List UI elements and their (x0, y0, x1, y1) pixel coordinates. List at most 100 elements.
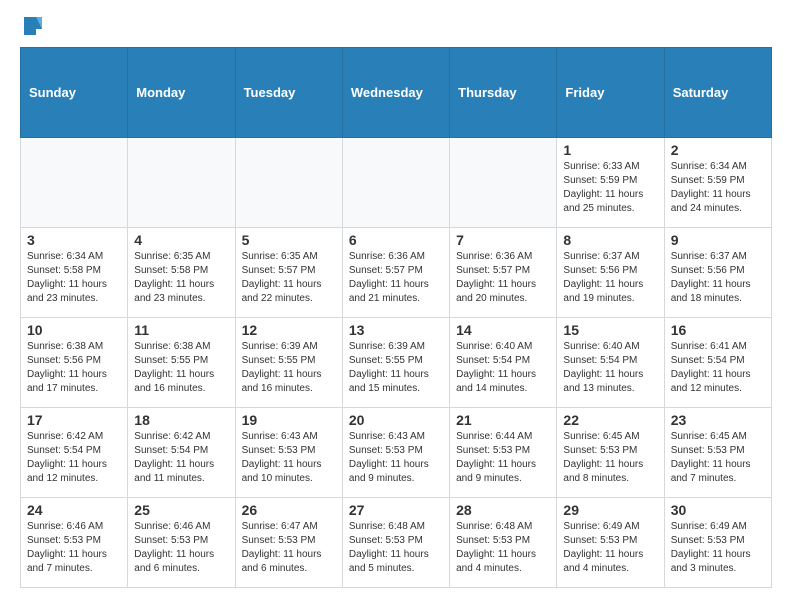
daylight-label: Daylight: 11 hours and 24 minutes. (671, 189, 751, 214)
daylight-label: Daylight: 11 hours and 8 minutes. (563, 459, 643, 484)
sunrise-label: Sunrise: 6:42 AM (27, 431, 103, 442)
day-info: Sunrise: 6:42 AM Sunset: 5:54 PM Dayligh… (27, 430, 121, 486)
day-number: 11 (134, 322, 228, 338)
sunset-label: Sunset: 5:53 PM (242, 445, 316, 456)
daylight-label: Daylight: 11 hours and 19 minutes. (563, 279, 643, 304)
sunset-label: Sunset: 5:55 PM (134, 355, 208, 366)
sunrise-label: Sunrise: 6:41 AM (671, 341, 747, 352)
day-number: 20 (349, 412, 443, 428)
calendar-cell: 4 Sunrise: 6:35 AM Sunset: 5:58 PM Dayli… (128, 228, 235, 318)
day-header: Tuesday (235, 48, 342, 138)
day-header: Saturday (664, 48, 771, 138)
calendar-cell (235, 138, 342, 228)
calendar-cell: 30 Sunrise: 6:49 AM Sunset: 5:53 PM Dayl… (664, 498, 771, 588)
calendar-cell: 23 Sunrise: 6:45 AM Sunset: 5:53 PM Dayl… (664, 408, 771, 498)
sunset-label: Sunset: 5:58 PM (134, 265, 208, 276)
calendar-cell: 11 Sunrise: 6:38 AM Sunset: 5:55 PM Dayl… (128, 318, 235, 408)
day-number: 2 (671, 142, 765, 158)
sunset-label: Sunset: 5:59 PM (563, 175, 637, 186)
sunrise-label: Sunrise: 6:39 AM (349, 341, 425, 352)
calendar-cell: 3 Sunrise: 6:34 AM Sunset: 5:58 PM Dayli… (21, 228, 128, 318)
day-info: Sunrise: 6:39 AM Sunset: 5:55 PM Dayligh… (349, 340, 443, 396)
sunset-label: Sunset: 5:53 PM (563, 445, 637, 456)
daylight-label: Daylight: 11 hours and 23 minutes. (134, 279, 214, 304)
header (20, 15, 772, 37)
day-number: 9 (671, 232, 765, 248)
day-number: 27 (349, 502, 443, 518)
calendar-cell: 2 Sunrise: 6:34 AM Sunset: 5:59 PM Dayli… (664, 138, 771, 228)
sunrise-label: Sunrise: 6:48 AM (349, 521, 425, 532)
sunset-label: Sunset: 5:55 PM (349, 355, 423, 366)
sunrise-label: Sunrise: 6:48 AM (456, 521, 532, 532)
daylight-label: Daylight: 11 hours and 12 minutes. (27, 459, 107, 484)
sunset-label: Sunset: 5:59 PM (671, 175, 745, 186)
day-header: Wednesday (342, 48, 449, 138)
daylight-label: Daylight: 11 hours and 10 minutes. (242, 459, 322, 484)
daylight-label: Daylight: 11 hours and 12 minutes. (671, 369, 751, 394)
day-info: Sunrise: 6:41 AM Sunset: 5:54 PM Dayligh… (671, 340, 765, 396)
day-number: 1 (563, 142, 657, 158)
day-header: Monday (128, 48, 235, 138)
daylight-label: Daylight: 11 hours and 6 minutes. (134, 549, 214, 574)
day-number: 7 (456, 232, 550, 248)
sunset-label: Sunset: 5:53 PM (456, 535, 530, 546)
day-number: 24 (27, 502, 121, 518)
daylight-label: Daylight: 11 hours and 5 minutes. (349, 549, 429, 574)
day-number: 14 (456, 322, 550, 338)
sunrise-label: Sunrise: 6:39 AM (242, 341, 318, 352)
day-info: Sunrise: 6:37 AM Sunset: 5:56 PM Dayligh… (671, 250, 765, 306)
day-info: Sunrise: 6:49 AM Sunset: 5:53 PM Dayligh… (671, 520, 765, 576)
sunset-label: Sunset: 5:56 PM (671, 265, 745, 276)
day-info: Sunrise: 6:48 AM Sunset: 5:53 PM Dayligh… (456, 520, 550, 576)
calendar-cell: 9 Sunrise: 6:37 AM Sunset: 5:56 PM Dayli… (664, 228, 771, 318)
calendar-cell: 12 Sunrise: 6:39 AM Sunset: 5:55 PM Dayl… (235, 318, 342, 408)
sunset-label: Sunset: 5:54 PM (456, 355, 530, 366)
day-info: Sunrise: 6:36 AM Sunset: 5:57 PM Dayligh… (456, 250, 550, 306)
calendar-cell: 22 Sunrise: 6:45 AM Sunset: 5:53 PM Dayl… (557, 408, 664, 498)
sunrise-label: Sunrise: 6:44 AM (456, 431, 532, 442)
day-number: 25 (134, 502, 228, 518)
calendar-cell: 29 Sunrise: 6:49 AM Sunset: 5:53 PM Dayl… (557, 498, 664, 588)
sunset-label: Sunset: 5:58 PM (27, 265, 101, 276)
calendar-cell: 24 Sunrise: 6:46 AM Sunset: 5:53 PM Dayl… (21, 498, 128, 588)
daylight-label: Daylight: 11 hours and 16 minutes. (134, 369, 214, 394)
day-info: Sunrise: 6:48 AM Sunset: 5:53 PM Dayligh… (349, 520, 443, 576)
sunset-label: Sunset: 5:57 PM (349, 265, 423, 276)
calendar-cell: 14 Sunrise: 6:40 AM Sunset: 5:54 PM Dayl… (450, 318, 557, 408)
calendar-row: 17 Sunrise: 6:42 AM Sunset: 5:54 PM Dayl… (21, 408, 772, 498)
sunset-label: Sunset: 5:53 PM (242, 535, 316, 546)
sunset-label: Sunset: 5:53 PM (671, 535, 745, 546)
sunset-label: Sunset: 5:54 PM (134, 445, 208, 456)
sunset-label: Sunset: 5:53 PM (27, 535, 101, 546)
calendar-row: 1 Sunrise: 6:33 AM Sunset: 5:59 PM Dayli… (21, 138, 772, 228)
day-number: 6 (349, 232, 443, 248)
day-number: 21 (456, 412, 550, 428)
day-info: Sunrise: 6:34 AM Sunset: 5:59 PM Dayligh… (671, 160, 765, 216)
day-info: Sunrise: 6:45 AM Sunset: 5:53 PM Dayligh… (563, 430, 657, 486)
daylight-label: Daylight: 11 hours and 9 minutes. (349, 459, 429, 484)
sunset-label: Sunset: 5:54 PM (671, 355, 745, 366)
sunrise-label: Sunrise: 6:35 AM (242, 251, 318, 262)
day-info: Sunrise: 6:44 AM Sunset: 5:53 PM Dayligh… (456, 430, 550, 486)
day-number: 12 (242, 322, 336, 338)
sunset-label: Sunset: 5:53 PM (349, 535, 423, 546)
calendar-cell: 16 Sunrise: 6:41 AM Sunset: 5:54 PM Dayl… (664, 318, 771, 408)
day-number: 19 (242, 412, 336, 428)
day-info: Sunrise: 6:33 AM Sunset: 5:59 PM Dayligh… (563, 160, 657, 216)
day-info: Sunrise: 6:38 AM Sunset: 5:55 PM Dayligh… (134, 340, 228, 396)
daylight-label: Daylight: 11 hours and 6 minutes. (242, 549, 322, 574)
calendar-cell: 19 Sunrise: 6:43 AM Sunset: 5:53 PM Dayl… (235, 408, 342, 498)
sunrise-label: Sunrise: 6:43 AM (242, 431, 318, 442)
daylight-label: Daylight: 11 hours and 16 minutes. (242, 369, 322, 394)
day-number: 29 (563, 502, 657, 518)
sunset-label: Sunset: 5:53 PM (134, 535, 208, 546)
calendar-cell (342, 138, 449, 228)
sunrise-label: Sunrise: 6:35 AM (134, 251, 210, 262)
logo-arrow-icon (22, 15, 44, 37)
calendar-cell: 10 Sunrise: 6:38 AM Sunset: 5:56 PM Dayl… (21, 318, 128, 408)
day-number: 10 (27, 322, 121, 338)
day-number: 4 (134, 232, 228, 248)
day-header: Thursday (450, 48, 557, 138)
day-number: 8 (563, 232, 657, 248)
calendar-cell: 5 Sunrise: 6:35 AM Sunset: 5:57 PM Dayli… (235, 228, 342, 318)
